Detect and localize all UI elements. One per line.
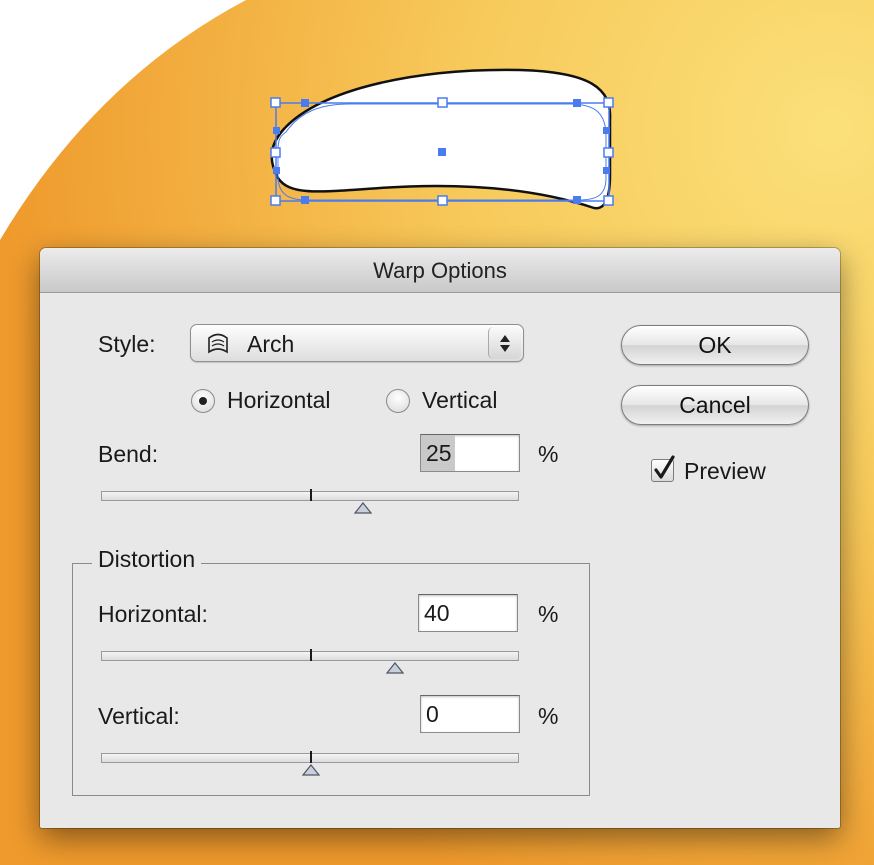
bend-input[interactable] bbox=[421, 435, 519, 471]
preview-checkbox[interactable] bbox=[651, 455, 675, 482]
horizontal-distortion-unit: % bbox=[538, 601, 559, 627]
horizontal-distortion-input[interactable] bbox=[419, 595, 517, 631]
style-select-value: Arch bbox=[247, 331, 295, 357]
slider-center-tick bbox=[310, 489, 312, 501]
slider-center-tick bbox=[310, 649, 312, 661]
style-label: Style: bbox=[98, 331, 156, 357]
warp-options-dialog: Warp Options Style: Arch Horizontal Vert… bbox=[40, 248, 840, 828]
cancel-button[interactable]: Cancel bbox=[621, 385, 809, 425]
preview-label[interactable]: Preview bbox=[684, 458, 766, 485]
arch-warp-icon bbox=[208, 333, 228, 354]
select-stepper-icon[interactable] bbox=[488, 327, 521, 359]
horizontal-distortion-slider[interactable] bbox=[101, 649, 519, 674]
bend-unit: % bbox=[538, 441, 559, 467]
checkmark-icon bbox=[654, 455, 675, 479]
vertical-distortion-unit: % bbox=[538, 703, 559, 729]
style-select[interactable]: Arch bbox=[190, 324, 524, 362]
bend-field[interactable] bbox=[420, 434, 520, 472]
horizontal-radio[interactable] bbox=[191, 389, 215, 413]
vertical-radio[interactable] bbox=[386, 389, 410, 413]
vertical-radio-label[interactable]: Vertical bbox=[422, 387, 497, 414]
vertical-distortion-slider-thumb[interactable] bbox=[302, 764, 320, 776]
slider-center-tick bbox=[310, 751, 312, 763]
bend-label: Bend: bbox=[98, 441, 159, 467]
vertical-distortion-input[interactable] bbox=[421, 696, 519, 732]
horizontal-distortion-slider-thumb[interactable] bbox=[386, 662, 404, 674]
dialog-titlebar[interactable]: Warp Options bbox=[40, 248, 840, 293]
distortion-title: Distortion bbox=[92, 546, 202, 573]
bend-slider-thumb[interactable] bbox=[354, 502, 372, 514]
horizontal-radio-label[interactable]: Horizontal bbox=[227, 387, 331, 414]
warped-shape bbox=[270, 68, 612, 210]
vertical-distortion-label: Vertical: bbox=[98, 703, 180, 729]
ok-button[interactable]: OK bbox=[621, 325, 809, 365]
horizontal-distortion-label: Horizontal: bbox=[98, 601, 208, 627]
bend-slider[interactable] bbox=[101, 489, 519, 514]
vertical-distortion-field[interactable] bbox=[420, 695, 520, 733]
dialog-title: Warp Options bbox=[373, 258, 507, 283]
horizontal-distortion-field[interactable] bbox=[418, 594, 518, 632]
vertical-distortion-slider[interactable] bbox=[101, 751, 519, 776]
